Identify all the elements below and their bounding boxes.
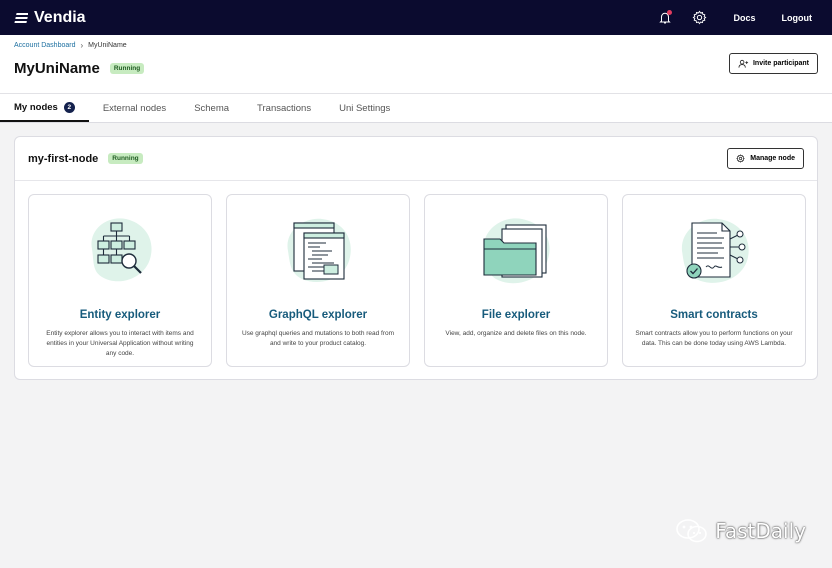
file-explorer-card[interactable]: File explorer View, add, organize and de… [424,194,608,367]
page-header: Account Dashboard › MyUniName MyUniName … [0,35,832,93]
tab-bar: My nodes 2 External nodes Schema Transac… [0,93,832,123]
entity-explorer-illustration-icon [78,209,162,293]
brand-name: Vendia [34,8,86,26]
node-status-badge: Running [108,153,143,164]
manage-node-label: Manage node [750,155,795,162]
breadcrumb-account-dashboard[interactable]: Account Dashboard [14,42,75,49]
tab-transactions[interactable]: Transactions [243,94,325,122]
node-count-badge: 2 [63,101,75,113]
card-title: Smart contracts [670,309,758,321]
card-description: Smart contracts allow you to perform fun… [635,330,793,348]
wechat-icon [676,519,708,543]
smart-contracts-illustration-icon [672,209,756,293]
card-title: File explorer [481,309,551,321]
tab-label: Schema [194,102,230,114]
tab-label: My nodes [14,101,58,113]
manage-node-button[interactable]: Manage node [727,148,804,169]
graphql-explorer-card[interactable]: GraphQL explorer Use graphql queries and… [226,194,410,367]
breadcrumb: Account Dashboard › MyUniName [14,41,818,50]
top-navigation-bar: Vendia Docs Logout [0,0,832,35]
status-badge: Running [109,63,145,74]
tab-label: Uni Settings [339,102,391,114]
card-title: GraphQL explorer [268,309,368,321]
tab-uni-settings[interactable]: Uni Settings [325,94,404,122]
notifications-button[interactable] [655,8,675,28]
node-panel-header: my-first-node Running Manage node [15,137,817,181]
card-title: Entity explorer [79,309,161,321]
watermark-text: FastDaily [715,519,806,543]
entity-explorer-card[interactable]: Entity explorer Entity explorer allows y… [28,194,212,367]
graphql-explorer-illustration-icon [276,209,360,293]
tab-label: External nodes [102,102,167,114]
invite-participant-label: Invite participant [752,60,809,67]
card-description: Entity explorer allows you to interact w… [46,330,194,358]
tab-schema[interactable]: Schema [180,94,243,122]
gear-icon [736,154,746,163]
settings-button[interactable] [689,8,709,28]
smart-contracts-card[interactable]: Smart contracts Smart contracts allow yo… [622,194,806,367]
file-explorer-illustration-icon [474,209,558,293]
gear-icon [692,10,707,25]
card-description: Use graphql queries and mutations to bot… [241,330,395,348]
vendia-logo-mark-icon [14,12,28,23]
breadcrumb-current: MyUniName [88,42,127,49]
logout-link[interactable]: Logout [782,13,813,23]
add-user-icon [738,59,749,68]
tab-my-nodes[interactable]: My nodes 2 [0,94,89,122]
invite-participant-button[interactable]: Invite participant [728,53,818,74]
tab-label: Transactions [257,102,312,114]
page-title: MyUniName [14,60,100,77]
fastdaily-watermark: FastDaily [675,518,806,544]
chevron-right-icon: › [80,41,84,50]
explorer-cards: Entity explorer Entity explorer allows y… [28,194,806,367]
node-name: my-first-node [28,152,99,165]
node-panel: my-first-node Running Manage node Entity… [14,136,818,380]
card-description: View, add, organize and delete files on … [445,330,587,337]
vendia-logo[interactable]: Vendia [14,9,86,27]
docs-link[interactable]: Docs [733,13,755,23]
tab-external-nodes[interactable]: External nodes [89,94,180,122]
